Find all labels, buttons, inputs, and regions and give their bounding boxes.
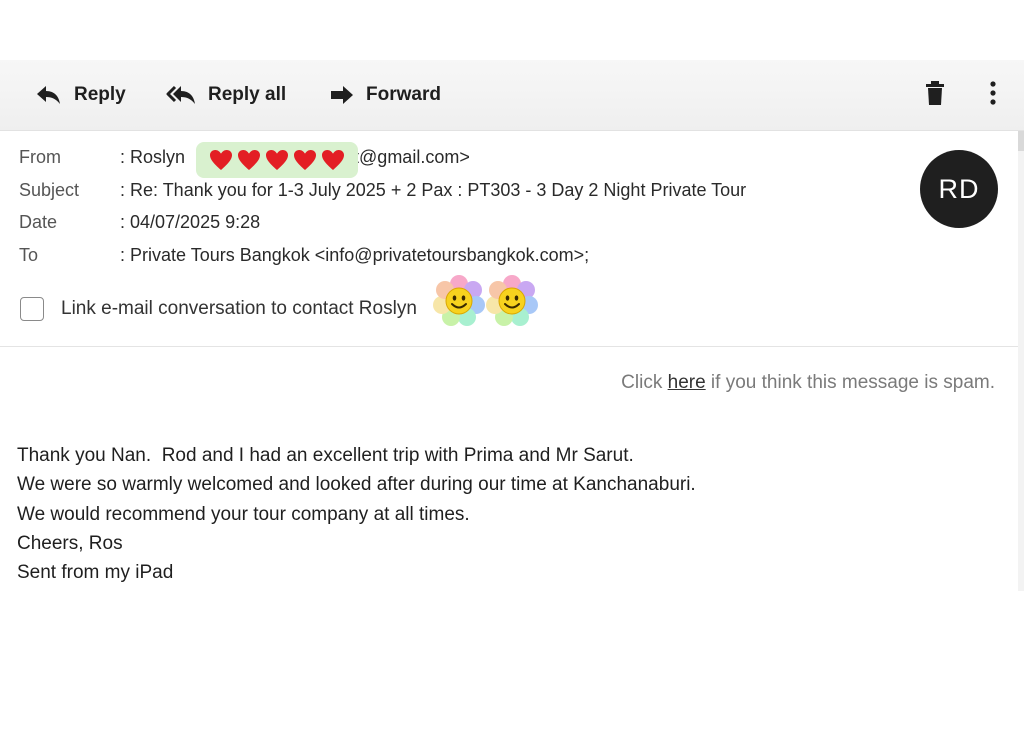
trash-icon xyxy=(926,81,944,105)
date-row: Date : 04/07/2025 9:28 xyxy=(19,208,260,236)
from-label: From xyxy=(19,146,61,167)
message-toolbar: Reply Reply all Forward xyxy=(0,60,1024,131)
forward-label: Forward xyxy=(366,84,441,105)
message-line: Sent from my iPad xyxy=(17,562,174,584)
spam-here-link[interactable]: here xyxy=(668,372,706,393)
message-line: We were so warmly welcomed and looked af… xyxy=(17,474,696,496)
subject-label: Subject xyxy=(19,179,80,200)
spam-suffix: if you think this message is spam. xyxy=(705,372,995,393)
to-label: To xyxy=(19,244,39,265)
date-value: : 04/07/2025 9:28 xyxy=(120,211,261,232)
delete-button[interactable] xyxy=(924,80,946,111)
reply-all-button[interactable]: Reply all xyxy=(166,78,286,112)
heart-icon xyxy=(294,150,316,170)
redaction-sticker xyxy=(196,142,358,178)
date-label: Date xyxy=(19,211,58,232)
to-row: To : Private Tours Bangkok <info@private… xyxy=(19,241,589,269)
more-options-button[interactable] xyxy=(986,80,1000,111)
from-value-suffix: t@gmail.com> xyxy=(354,146,470,167)
reply-label: Reply xyxy=(74,84,126,105)
heart-icon xyxy=(266,150,288,170)
heart-icon xyxy=(210,150,232,170)
from-value-prefix: : Roslyn xyxy=(120,146,191,167)
smiley-flower-icon xyxy=(486,275,538,326)
link-contact-label[interactable]: Link e-mail conversation to contact Rosl… xyxy=(61,298,417,320)
scrollbar[interactable] xyxy=(1018,131,1024,591)
message-line: Thank you Nan. Rod and I had an excellen… xyxy=(17,445,634,466)
to-value: : Private Tours Bangkok <info@privatetou… xyxy=(120,244,590,265)
message-line: Cheers, Ros xyxy=(17,532,123,554)
heart-icon xyxy=(238,150,260,170)
subject-value: : Re: Thank you for 1-3 July 2025 + 2 Pa… xyxy=(120,179,747,200)
forward-button[interactable]: Forward xyxy=(330,78,441,112)
subject-row: Subject : Re: Thank you for 1-3 July 202… xyxy=(19,176,746,204)
spam-notice: Click here if you think this message is … xyxy=(621,372,995,394)
reply-all-label: Reply all xyxy=(208,84,287,105)
reply-all-icon xyxy=(166,85,195,104)
link-contact-checkbox[interactable] xyxy=(20,297,44,321)
reply-icon xyxy=(37,86,60,104)
message-line: We would recommend your tour company at … xyxy=(17,503,470,525)
link-contact-row: Link e-mail conversation to contact Rosl… xyxy=(20,294,417,324)
scrollbar-thumb[interactable] xyxy=(1018,131,1024,151)
forward-icon xyxy=(331,86,353,104)
more-vert-icon xyxy=(990,81,996,105)
reply-button[interactable]: Reply xyxy=(36,78,126,112)
smiley-flower-icon xyxy=(433,275,485,326)
heart-icon xyxy=(322,150,344,170)
message-body: Thank you Nan. Rod and I had an excellen… xyxy=(17,441,696,587)
spam-prefix: Click xyxy=(621,372,668,393)
avatar: RD xyxy=(920,150,998,228)
